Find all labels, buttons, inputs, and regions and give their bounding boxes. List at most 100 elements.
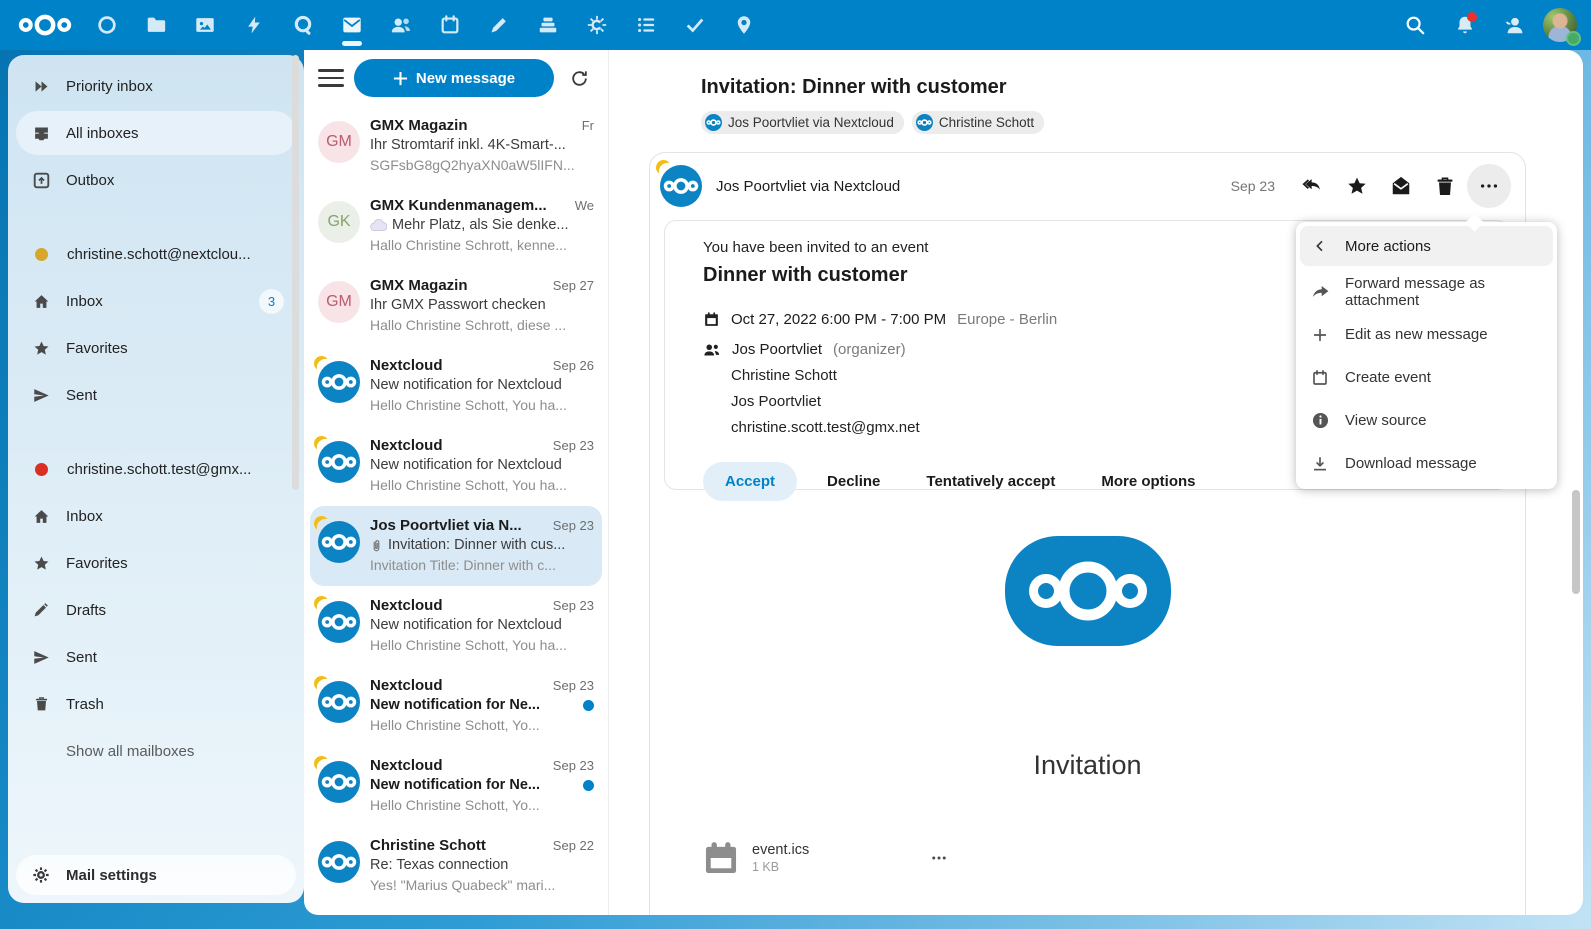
message-sender: Nextcloud — [370, 437, 545, 454]
avatar-initials: GK — [318, 201, 360, 243]
recipient-label: Jos Poortvliet via Nextcloud — [728, 115, 894, 130]
sidebar-item-all-inboxes[interactable]: All inboxes — [16, 111, 296, 155]
sidebar-item-label: Inbox — [66, 293, 103, 310]
mark-unread-button[interactable] — [1379, 164, 1423, 208]
avatar-nextcloud — [318, 521, 360, 563]
sidebar-item-favorites-1[interactable]: Favorites — [16, 326, 296, 370]
avatar-nextcloud-mini — [916, 114, 933, 131]
decline-button[interactable]: Decline — [811, 462, 896, 501]
notification-dot — [1467, 12, 1477, 22]
calendar-icon — [1310, 368, 1330, 388]
nextcloud-logo[interactable] — [8, 0, 82, 50]
sidebar-item-priority-inbox[interactable]: Priority inbox — [16, 64, 296, 108]
contacts-menu-icon[interactable] — [1493, 0, 1537, 50]
message-list-item[interactable]: NextcloudSep 26 New notification for Nex… — [310, 346, 602, 426]
done-check-icon[interactable] — [670, 0, 719, 50]
message-date: Sep 23 — [553, 438, 594, 453]
main-scrollbar[interactable] — [1572, 490, 1580, 594]
message-preview: Hello Christine Schott, You ha... — [370, 397, 594, 413]
moon-badge-icon — [314, 516, 329, 531]
sidebar-item-inbox-1[interactable]: Inbox 3 — [16, 279, 296, 323]
activity-icon[interactable] — [229, 0, 278, 50]
user-avatar[interactable] — [1543, 8, 1577, 42]
sidebar-item-label: Show all mailboxes — [66, 743, 194, 760]
deck-icon[interactable] — [523, 0, 572, 50]
favorite-star-button[interactable] — [1335, 164, 1379, 208]
message-list-item-unread[interactable]: NextcloudSep 23 New notification for Ne.… — [310, 666, 602, 746]
message-date: Sep 23 — [553, 598, 594, 613]
message-preview: Hello Christine Schott, You ha... — [370, 477, 594, 493]
message-list-item[interactable]: GM GMX MagazinSep 27 Ihr GMX Passwort ch… — [310, 266, 602, 346]
sidebar-item-inbox-2[interactable]: Inbox — [16, 494, 296, 538]
message-date: Sep 23 — [1231, 178, 1275, 194]
talk-icon[interactable] — [278, 0, 327, 50]
more-options-button[interactable]: More options — [1085, 462, 1211, 501]
sidebar-item-sent-2[interactable]: Sent — [16, 635, 296, 679]
notes-icon[interactable] — [474, 0, 523, 50]
attachment-size: 1 KB — [752, 860, 912, 874]
moon-badge-icon — [314, 356, 329, 371]
message-list-item[interactable]: NextcloudSep 23 New notification for Nex… — [310, 586, 602, 666]
message-date: Sep 26 — [553, 358, 594, 373]
sidebar-item-label: Sent — [66, 649, 97, 666]
tentatively-accept-button[interactable]: Tentatively accept — [910, 462, 1071, 501]
active-app-indicator — [342, 41, 362, 46]
tasks-icon[interactable] — [621, 0, 670, 50]
avatar-nextcloud — [318, 441, 360, 483]
accept-button[interactable]: Accept — [703, 462, 797, 501]
sidebar-account-nextcloud[interactable]: christine.schott@nextclou... — [16, 232, 296, 276]
sidebar-show-all-mailboxes[interactable]: Show all mailboxes — [16, 729, 296, 773]
recipient-chip[interactable]: Christine Schott — [912, 111, 1044, 134]
mail-icon[interactable] — [327, 0, 376, 50]
sidebar-account-gmx[interactable]: christine.schott.test@gmx... — [16, 447, 296, 491]
reply-all-button[interactable] — [1291, 164, 1335, 208]
sidebar-item-sent-1[interactable]: Sent — [16, 373, 296, 417]
message-list-item[interactable]: Christine SchottSep 22 Re: Texas connect… — [310, 826, 602, 906]
menu-item-view-source[interactable]: View source — [1296, 399, 1557, 442]
attachment-more-button[interactable] — [924, 843, 954, 873]
menu-item-edit-as-new[interactable]: Edit as new message — [1296, 313, 1557, 356]
message-sender: Nextcloud — [370, 357, 545, 374]
delete-button[interactable] — [1423, 164, 1467, 208]
collectives-icon[interactable] — [572, 0, 621, 50]
priority-inbox-icon — [32, 77, 50, 95]
message-list-item[interactable]: NextcloudSep 23 New notification for Nex… — [310, 426, 602, 506]
list-scrollbar[interactable] — [292, 55, 299, 490]
sidebar-item-label: Priority inbox — [66, 78, 153, 95]
sidebar-item-outbox[interactable]: Outbox — [16, 158, 296, 202]
mail-settings-button[interactable]: Mail settings — [16, 855, 296, 895]
notifications-bell-icon[interactable] — [1443, 0, 1487, 50]
account-status-dot — [35, 463, 48, 476]
more-actions-button[interactable] — [1467, 164, 1511, 208]
files-icon[interactable] — [131, 0, 180, 50]
menu-toggle-icon[interactable] — [318, 65, 344, 91]
attachment-row[interactable]: event.ics 1 KB — [702, 839, 1525, 877]
sidebar-item-favorites-2[interactable]: Favorites — [16, 541, 296, 585]
menu-item-forward-attachment[interactable]: Forward message as attachment — [1296, 270, 1557, 313]
maps-icon[interactable] — [719, 0, 768, 50]
menu-item-download-message[interactable]: Download message — [1296, 442, 1557, 485]
dashboard-icon[interactable] — [82, 0, 131, 50]
unread-dot — [583, 780, 594, 791]
message-list-item-selected[interactable]: Jos Poortvliet via N...Sep 23 Invitation… — [310, 506, 602, 586]
photos-icon[interactable] — [180, 0, 229, 50]
message-subject: New notification for Ne... — [370, 777, 594, 793]
message-list-item[interactable]: GM GMX MagazinFr Ihr Stromtarif inkl. 4K… — [310, 106, 602, 186]
message-sender: Christine Schott — [370, 837, 545, 854]
recipient-chip[interactable]: Jos Poortvliet via Nextcloud — [701, 111, 904, 134]
moon-badge-icon — [314, 596, 329, 611]
contacts-icon[interactable] — [376, 0, 425, 50]
search-icon[interactable] — [1393, 0, 1437, 50]
menu-item-more-actions[interactable]: More actions — [1300, 226, 1553, 266]
sidebar-item-trash[interactable]: Trash — [16, 682, 296, 726]
message-list-item-unread[interactable]: NextcloudSep 23 New notification for Ne.… — [310, 746, 602, 826]
sidebar-item-drafts[interactable]: Drafts — [16, 588, 296, 632]
event-datetime: Oct 27, 2022 6:00 PM - 7:00 PM — [731, 311, 946, 328]
unread-dot — [583, 700, 594, 711]
refresh-icon[interactable] — [564, 63, 594, 93]
calendar-icon[interactable] — [425, 0, 474, 50]
message-preview: Hallo Christine Schrott, kenne... — [370, 237, 594, 253]
new-message-button[interactable]: New message — [354, 59, 554, 97]
message-list-item[interactable]: GK GMX Kundenmanagem...We Mehr Platz, al… — [310, 186, 602, 266]
menu-item-create-event[interactable]: Create event — [1296, 356, 1557, 399]
